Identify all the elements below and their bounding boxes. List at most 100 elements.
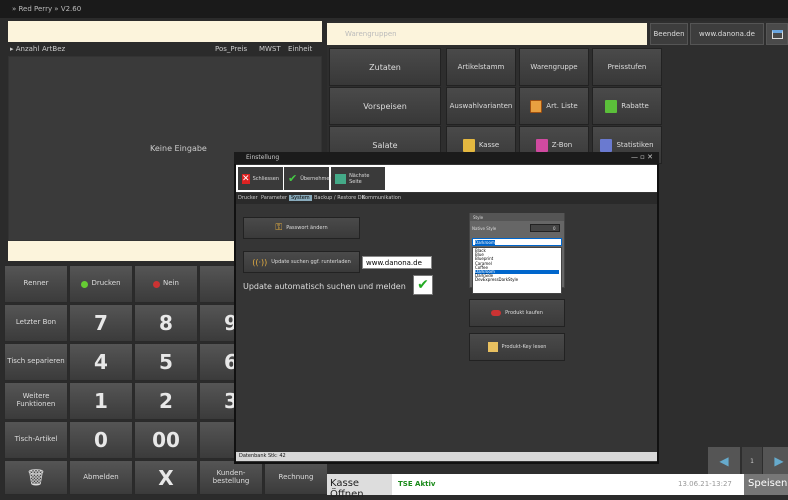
style-heading: Style: [470, 213, 564, 221]
letzter-bon-button[interactable]: Letzter Bon: [4, 304, 68, 342]
tab-drucker[interactable]: Drucker: [238, 195, 258, 201]
style-select[interactable]: Darkroom: [472, 238, 562, 246]
tse-status: TSE Aktiv: [398, 480, 436, 488]
trash-button[interactable]: 🗑: [4, 460, 68, 495]
passwort-aendern-button[interactable]: ⚿ Passwort ändern: [243, 217, 360, 239]
empty-message: Keine Eingabe: [150, 144, 207, 153]
category-zutaten[interactable]: Zutaten: [329, 48, 441, 86]
tisch-separieren-button[interactable]: Tisch separieren: [4, 343, 68, 381]
nein-button[interactable]: Nein: [134, 265, 198, 303]
naechste-seite-label: Nächste Seite: [349, 172, 370, 185]
register-icon: [462, 138, 475, 152]
speisen-button[interactable]: Speisen: [744, 474, 788, 495]
timestamp: 13.06.21-13:27: [678, 480, 732, 488]
num-9[interactable]: 9: [199, 304, 238, 342]
window-controls[interactable]: — ▫ ✕: [631, 153, 653, 161]
weitere-funktionen-button[interactable]: Weitere Funktionen: [4, 382, 68, 420]
renner-button[interactable]: Renner: [4, 265, 68, 303]
update-url-input[interactable]: www.danona.de: [362, 256, 432, 269]
update-button[interactable]: ((·)) Update suchen ggf. runterladen: [243, 251, 360, 273]
receipt-icon: [535, 138, 548, 152]
abmelden-button[interactable]: Abmelden: [69, 460, 133, 495]
num-8[interactable]: 8: [134, 304, 198, 342]
rabatte-label: Rabatte: [621, 102, 649, 110]
col-mwst: MWST: [259, 45, 281, 53]
naechste-seite-button[interactable]: Nächste Seite: [331, 167, 385, 190]
keypad-extra-button[interactable]: [199, 265, 235, 303]
receipt-column-headers: ▸ Anzahl ArtBez Pos_Preis MWST Einheit: [8, 43, 322, 56]
warengruppen-header: Warengruppen: [327, 23, 647, 45]
website-button[interactable]: www.danona.de: [690, 23, 764, 45]
num-3[interactable]: 3: [199, 382, 238, 420]
input-field-top[interactable]: [8, 21, 322, 42]
produkt-kaufen-label: Produkt kaufen: [505, 310, 543, 316]
schliessen-label: Schliessen: [252, 175, 279, 182]
keypad-blank[interactable]: [199, 421, 235, 459]
rechnung-button[interactable]: Rechnung: [264, 460, 328, 495]
user-key-icon: ⚿: [275, 223, 283, 233]
col-pos-preis: Pos_Preis: [215, 45, 248, 53]
tab-backup[interactable]: Backup / Restore DB: [314, 195, 365, 201]
tisch-artikel-button[interactable]: Tisch-Artikel: [4, 421, 68, 459]
auto-update-checkbox[interactable]: ✔: [413, 275, 433, 295]
style-selected: Darkroom: [475, 240, 495, 245]
col-artbez: ArtBez: [42, 45, 66, 53]
tab-parameter[interactable]: Parameter: [261, 195, 287, 201]
art-liste-label: Art. Liste: [546, 102, 578, 110]
num-0[interactable]: 0: [69, 421, 133, 459]
native-style-toggle[interactable]: 0: [530, 224, 560, 232]
num-1[interactable]: 1: [69, 382, 133, 420]
tab-system[interactable]: System: [289, 195, 312, 201]
rabatte-button[interactable]: Rabatte: [592, 87, 662, 125]
dollar-icon: [605, 99, 618, 113]
beenden-button[interactable]: Beenden: [650, 23, 688, 45]
col-einheit: Einheit: [288, 45, 313, 53]
uebernehmen-button[interactable]: ✔ Übernehmen: [284, 167, 333, 190]
category-vorspeisen[interactable]: Vorspeisen: [329, 87, 441, 125]
checkmark-icon: ✔: [417, 277, 429, 293]
num-00[interactable]: 00: [134, 421, 198, 459]
passwort-label: Passwort ändern: [286, 225, 328, 231]
style-options-list[interactable]: Black Blue Blueprint Caramel Coffee Dark…: [472, 247, 562, 294]
produkt-kaufen-button[interactable]: Produkt kaufen: [469, 299, 565, 327]
cancel-x-button[interactable]: X: [134, 460, 198, 495]
num-2[interactable]: 2: [134, 382, 198, 420]
app-titlebar: » Red Perry » V2.60: [0, 0, 788, 18]
trash-icon: 🗑: [25, 467, 47, 487]
artikelstamm-button[interactable]: Artikelstamm: [446, 48, 516, 86]
auswahlvarianten-button[interactable]: Auswahlvarianten: [446, 87, 516, 125]
nav-page: 1: [742, 447, 762, 475]
tab-kommunikation[interactable]: Kommunikation: [362, 195, 401, 201]
produkt-key-label: Produkt-Key lesen: [501, 344, 547, 350]
num-4[interactable]: 4: [69, 343, 133, 381]
next-page-icon: [335, 173, 347, 184]
art-liste-button[interactable]: Art. Liste: [519, 87, 589, 125]
red-dot-icon: [153, 280, 161, 288]
num-7[interactable]: 7: [69, 304, 133, 342]
green-dot-icon: [81, 280, 89, 288]
kasse-oeffnen-button[interactable]: Kasse Öffnen: [327, 474, 392, 500]
nav-left-button[interactable]: ◀: [708, 447, 740, 475]
schliessen-button[interactable]: ✕ Schliessen: [238, 167, 283, 190]
antenna-icon: ((·)): [252, 257, 268, 267]
kasse-label: Kasse: [478, 141, 500, 149]
nav-right-button[interactable]: ▶: [763, 447, 788, 475]
preisstufen-button[interactable]: Preisstufen: [592, 48, 662, 86]
uebernehmen-label: Übernehmen: [300, 175, 333, 182]
arrow-left-icon: ◀: [719, 454, 729, 468]
dialog-titlebar: Einstellung — ▫ ✕: [234, 152, 659, 164]
col-anzahl: ▸ Anzahl: [10, 45, 40, 53]
produkt-key-button[interactable]: Produkt-Key lesen: [469, 333, 565, 361]
list-icon: [530, 99, 543, 113]
key-icon: [487, 342, 498, 352]
bar-chart-icon: [600, 138, 613, 152]
window-icon[interactable]: [766, 23, 788, 45]
kundenbestellung-button[interactable]: Kunden-bestellung: [199, 460, 263, 495]
drucken-button[interactable]: Drucken: [69, 265, 133, 303]
num-6[interactable]: 6: [199, 343, 238, 381]
num-5[interactable]: 5: [134, 343, 198, 381]
dialog-statusbar: Datenbank Stk: 42: [236, 452, 657, 461]
style-option[interactable]: DevExpressDarkStyle: [475, 278, 559, 282]
warengruppe-button[interactable]: Warengruppe: [519, 48, 589, 86]
close-icon: ✕: [242, 173, 250, 184]
